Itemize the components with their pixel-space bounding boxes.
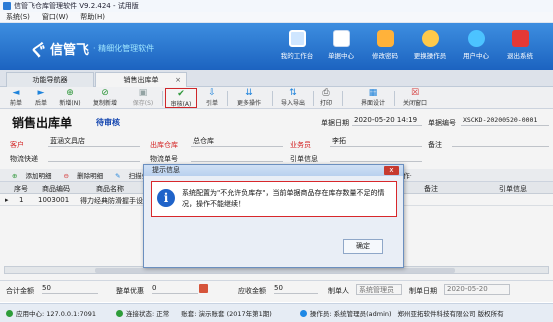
status-connection: 连接状态: 正常: [116, 308, 169, 318]
nav-docs[interactable]: 单据中心: [321, 25, 361, 67]
status-bar: 应用中心: 127.0.0.1:7091 连接状态: 正常 账套: 演示账套 (…: [0, 303, 553, 322]
menu-system[interactable]: 系统(S): [0, 12, 36, 22]
window-title: 信管飞仓库管理软件 V9.2.424 - 试用版: [14, 2, 139, 10]
nav-docs-label: 单据中心: [328, 52, 354, 60]
status-operator-text: 操作员: 系统管理员(admin): [309, 310, 392, 318]
dialog-message-box: i 系统配置为"不允许负库存"，当前单据商品存在库存数量不足的情况，操作不能继续…: [151, 181, 397, 217]
menu-help[interactable]: 帮助(H): [74, 12, 111, 22]
nav-switch-operator-label: 更换操作员: [413, 52, 447, 60]
dialog-message: 系统配置为"不允许负库存"，当前单据商品存在库存数量不足的情况，操作不能继续！: [182, 189, 385, 208]
nav-exit-label: 退出系统: [507, 52, 533, 60]
nav-user-center-label: 用户中心: [463, 52, 489, 60]
status-app-center: 应用中心: 127.0.0.1:7091: [6, 308, 96, 318]
ok-button[interactable]: 确定: [343, 239, 383, 254]
logo: ぐ 信管飞 · 精细化管理软件: [28, 36, 154, 61]
header-banner: ぐ 信管飞 · 精细化管理软件 我的工作台 单据中心 修改密码 更换操作员 用户…: [0, 23, 553, 70]
status-operator: 操作员: 系统管理员(admin): [299, 308, 392, 318]
globe-icon: [467, 30, 485, 47]
document-icon: [332, 30, 350, 47]
close-icon[interactable]: x: [384, 166, 399, 175]
status-account-text: 账套: 演示账套 (2017年第1期): [181, 310, 272, 318]
alert-dialog: 提示信息 x i 系统配置为"不允许负库存"，当前单据商品存在库存数量不足的情况…: [143, 164, 404, 268]
status-connection-text: 连接状态: 正常: [126, 310, 170, 318]
logo-mark: ぐ: [28, 41, 45, 61]
menu-bar: 系统(S) 窗口(W) 帮助(H): [0, 12, 553, 23]
status-copyright: 郑州亚拓软件科技有限公司 版权所有: [398, 308, 504, 318]
status-copyright-text: 郑州亚拓软件科技有限公司 版权所有: [397, 310, 504, 318]
status-account: 账套: 演示账套 (2017年第1期): [181, 308, 272, 318]
nav-switch-operator[interactable]: 更换操作员: [410, 25, 450, 67]
user-icon: [299, 309, 307, 317]
logo-tagline: · 精细化管理软件: [93, 44, 155, 53]
nav-password[interactable]: 修改密码: [365, 25, 405, 67]
nav-user-center[interactable]: 用户中心: [456, 25, 496, 67]
nav-exit[interactable]: 退出系统: [500, 25, 540, 67]
power-icon: [511, 30, 529, 47]
logo-brand: 信管飞: [50, 43, 90, 58]
status-app-center-text: 应用中心: 127.0.0.1:7091: [16, 310, 96, 318]
user-icon: [421, 30, 439, 47]
window-title-bar: 信管飞仓库管理软件 V9.2.424 - 试用版: [0, 0, 553, 12]
menu-window[interactable]: 窗口(W): [36, 12, 74, 22]
nav-workbench-label: 我的工作台: [280, 52, 314, 60]
server-icon: [6, 309, 13, 317]
nav-password-label: 修改密码: [372, 52, 398, 60]
nav-workbench[interactable]: 我的工作台: [277, 25, 317, 67]
info-icon: i: [157, 189, 175, 207]
monitor-icon: [288, 30, 306, 47]
check-circle-icon: [116, 309, 123, 317]
dialog-title: 提示信息: [144, 165, 403, 176]
lock-icon: [376, 30, 394, 47]
app-icon: [3, 2, 11, 10]
